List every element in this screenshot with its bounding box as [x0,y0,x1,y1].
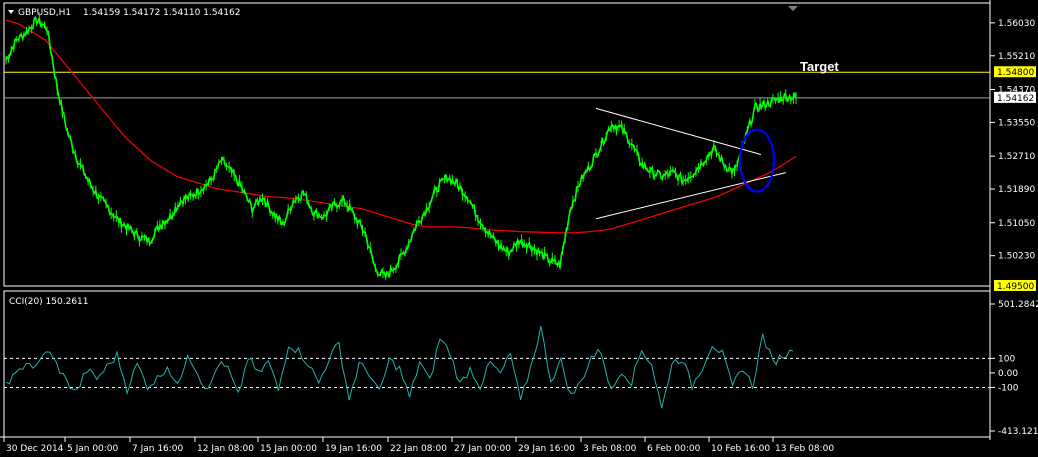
upper-trendline[interactable] [595,107,762,156]
dropdown-triangle-icon[interactable] [8,10,14,14]
time-tick-label: 19 Jan 16:00 [325,444,382,454]
cci-tick-label: 100 [998,354,1015,364]
time-tick-label: 5 Jan 00:00 [67,444,119,454]
price-axis: 1.560301.552101.543701.535501.527101.518… [990,19,1035,262]
chart-canvas[interactable]: GBPUSD,H1 1.54159 1.54172 1.54110 1.5416… [0,0,1038,457]
moving-average-layer [5,19,797,234]
time-axis: 30 Dec 2014 5 Jan 00:00 7 Jan 16:00 12 Jan … [3,437,834,454]
price-tick-label: 1.51890 [998,185,1035,195]
time-tick-label: 3 Feb 08:00 [583,444,637,454]
cci-line [5,326,794,409]
time-tick-label: 10 Feb 16:00 [711,444,770,454]
cci-panel-frame [3,290,991,438]
chart-shift-marker-icon[interactable] [788,6,798,11]
price-tick-label: 1.52710 [998,152,1035,162]
time-tick-label: 13 Feb 08:00 [775,444,834,454]
price-tag-label: 1.49500 [997,282,1034,292]
cci-tick-label: 0.00 [998,369,1018,379]
time-tick-label: 12 Jan 08:00 [197,444,254,454]
breakout-ellipse[interactable] [738,128,776,193]
horizontal-levels [4,71,990,99]
time-tick-label: 7 Jan 16:00 [132,444,184,454]
cci-tick-label: -413.1211 [998,427,1038,437]
price-tag-label: 1.54800 [997,68,1034,78]
cci-tick-label: 501.2842 [998,300,1038,310]
price-tick-label: 1.56030 [998,19,1035,29]
price-tick-label: 1.53550 [998,118,1035,128]
time-tick-label: 29 Jan 16:00 [518,444,575,454]
chart-window: GBPUSD,H1 1.54159 1.54172 1.54110 1.5416… [0,0,1038,457]
price-line [5,15,797,279]
cci-tick-label: -100 [998,383,1019,393]
time-tick-label: 27 Jan 00:00 [454,444,511,454]
cci-axis: 501.2842 100 0.00 -100 -413.1211 [990,300,1038,437]
time-tick-label: 15 Jan 00:00 [260,444,317,454]
price-layer [5,12,797,281]
time-tick-label: 6 Feb 00:00 [647,444,701,454]
symbol-label: GBPUSD,H1 [18,8,71,18]
moving-average-line [5,19,797,234]
price-tick-label: 1.50230 [998,252,1035,262]
price-tag-label: 1.54162 [997,94,1034,104]
time-tick-label: 22 Jan 08:00 [390,444,447,454]
time-tick-label: 30 Dec 2014 [6,444,64,454]
cci-layer [4,326,990,409]
target-annotation: Target [800,59,839,74]
price-tick-label: 1.51050 [998,219,1035,229]
price-tick-label: 1.55210 [998,52,1035,62]
ohlc-label: 1.54159 1.54172 1.54110 1.54162 [83,8,240,18]
cci-indicator-label: CCI(20) 150.2611 [9,297,89,307]
